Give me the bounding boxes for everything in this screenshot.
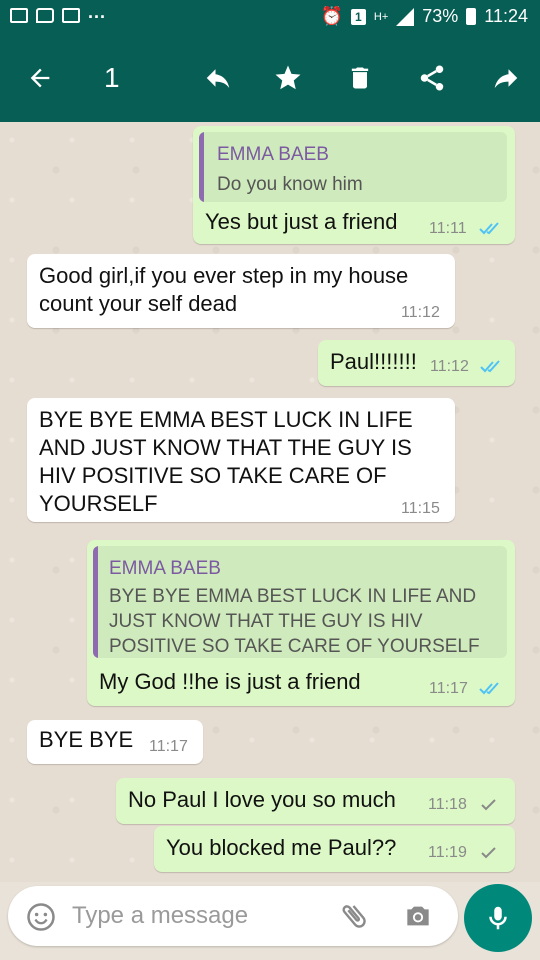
gallery-notification-icon [10, 8, 28, 23]
delete-icon[interactable] [338, 56, 382, 100]
message-bubble-incoming[interactable]: Good girl,if you ever step in my house c… [27, 254, 455, 328]
composer-bar: Type a message [0, 880, 540, 960]
message-text: BYE BYE [39, 727, 134, 752]
clock: 11:24 [484, 6, 528, 26]
alarm-icon: ⏰ [320, 6, 343, 26]
sent-tick-icon [481, 847, 496, 859]
message-text: You blocked me Paul?? [166, 835, 397, 860]
message-time: 11:11 [429, 220, 467, 237]
quoted-message[interactable]: EMMA BAEB BYE BYE EMMA BEST LUCK IN LIFE… [93, 546, 507, 658]
attach-icon[interactable] [338, 900, 370, 932]
message-input[interactable]: Type a message [8, 886, 458, 946]
message-text: Paul!!!!!!! [330, 349, 417, 374]
message-time: 11:18 [428, 796, 467, 813]
share-icon[interactable] [410, 56, 454, 100]
message-bubble-outgoing[interactable]: You blocked me Paul?? 11:19 [154, 826, 515, 872]
signal-icon [396, 7, 415, 26]
back-arrow-icon[interactable] [18, 56, 62, 100]
message-notification-icon [36, 8, 54, 23]
status-bar: ... ⏰ 1 H+ 73% 11:24 [0, 0, 540, 36]
read-ticks-icon [479, 222, 499, 235]
quote-accent-bar [199, 132, 204, 202]
quote-text: Do you know him [217, 174, 363, 195]
emoji-icon[interactable] [26, 902, 56, 932]
selection-toolbar: 1 [0, 36, 540, 122]
reply-icon[interactable] [196, 56, 240, 100]
mic-icon [489, 906, 507, 930]
quote-author: EMMA BAEB [217, 144, 329, 165]
message-text: Yes but just a friend [205, 209, 398, 234]
message-text: No Paul I love you so much [128, 787, 396, 812]
message-bubble-outgoing[interactable]: Paul!!!!!!! 11:12 [318, 340, 515, 386]
quote-text: BYE BYE EMMA BEST LUCK IN LIFE AND JUST … [109, 586, 480, 657]
message-bubble-outgoing[interactable]: EMMA BAEB BYE BYE EMMA BEST LUCK IN LIFE… [87, 540, 515, 706]
read-ticks-icon [479, 682, 499, 695]
read-ticks-icon [480, 360, 500, 373]
notification-icons: ... [10, 2, 106, 23]
mic-button[interactable] [464, 884, 532, 952]
message-time: 11:12 [401, 304, 440, 321]
message-bubble-incoming[interactable]: BYE BYE EMMA BEST LUCK IN LIFE AND JUST … [27, 398, 455, 522]
message-time: 11:19 [428, 844, 467, 861]
message-bubble-incoming[interactable]: BYE BYE 11:17 [27, 720, 203, 764]
message-text: My God !!he is just a friend [99, 669, 361, 694]
sent-tick-icon [481, 799, 496, 811]
chat-area[interactable]: EMMA BAEB Do you know him Yes but just a… [0, 122, 540, 882]
message-bubble-outgoing[interactable]: No Paul I love you so much 11:18 [116, 778, 515, 824]
message-time: 11:17 [149, 738, 188, 755]
system-status: ⏰ 1 H+ 73% 11:24 [320, 6, 528, 27]
message-placeholder: Type a message [72, 902, 249, 929]
battery-icon [466, 8, 477, 25]
message-text: Good girl,if you ever step in my house c… [39, 263, 409, 316]
message-time: 11:12 [430, 358, 469, 375]
battery-percent: 73% [422, 6, 459, 26]
selected-count: 1 [104, 62, 120, 93]
message-time: 11:17 [429, 680, 468, 697]
camera-icon[interactable] [402, 900, 434, 932]
quote-author: EMMA BAEB [109, 558, 221, 579]
quoted-message[interactable]: EMMA BAEB Do you know him [199, 132, 507, 202]
message-time: 11:15 [401, 500, 440, 517]
mail-notification-icon [62, 8, 80, 23]
more-notifications-icon: ... [88, 2, 107, 22]
star-icon[interactable] [266, 56, 310, 100]
message-text: BYE BYE EMMA BEST LUCK IN LIFE AND JUST … [39, 407, 413, 516]
network-type: H+ [373, 10, 389, 23]
forward-icon[interactable] [484, 56, 528, 100]
quote-accent-bar [93, 546, 98, 658]
message-bubble-outgoing[interactable]: EMMA BAEB Do you know him Yes but just a… [193, 126, 515, 244]
sim-badge: 1 [350, 8, 366, 25]
